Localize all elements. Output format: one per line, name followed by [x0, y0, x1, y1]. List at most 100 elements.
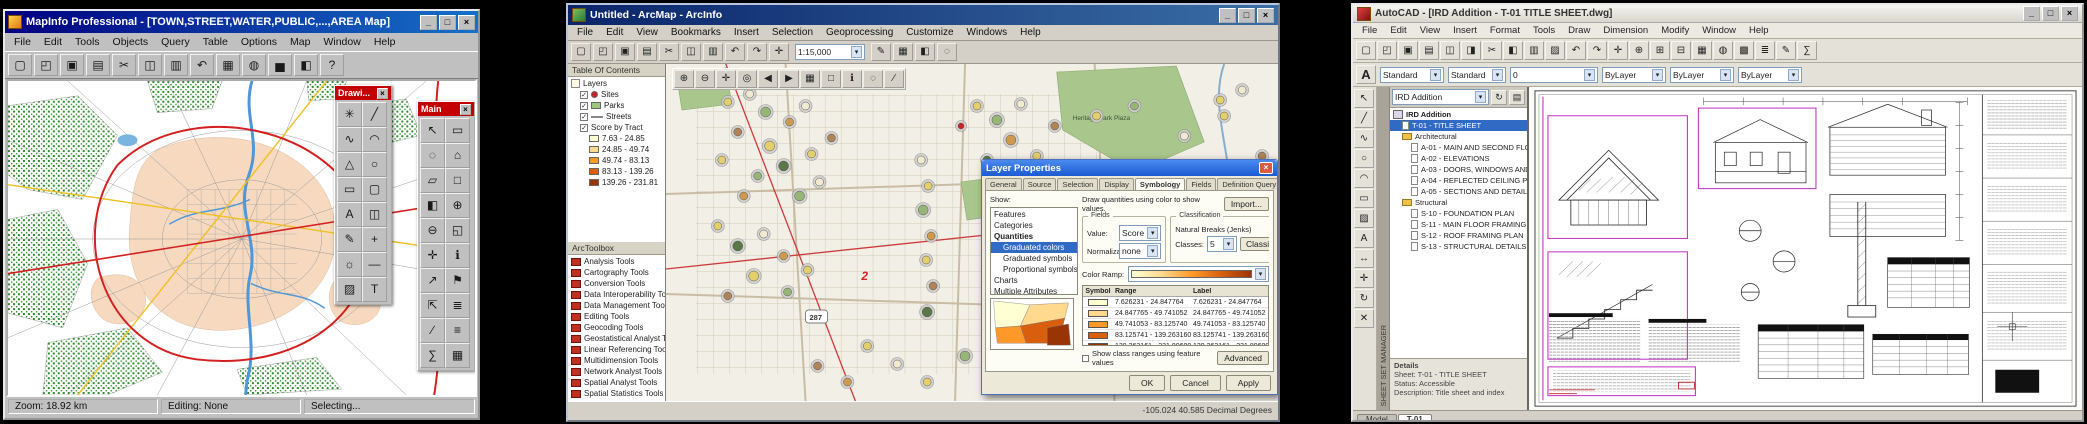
zoom-in-button[interactable]: ⊕	[445, 193, 470, 218]
zoom-window-button[interactable]: ⊞	[1650, 41, 1670, 60]
value-field-combo[interactable]: Score▾	[1119, 225, 1161, 241]
qnew-button[interactable]: ▢	[1356, 41, 1376, 60]
menu-selection[interactable]: Selection	[766, 26, 819, 39]
menu-tools[interactable]: Tools	[69, 35, 106, 49]
close-icon[interactable]: ×	[460, 104, 471, 115]
close-button[interactable]: ×	[458, 15, 475, 30]
radius-select-button[interactable]: ◌	[420, 143, 445, 168]
editor-button[interactable]: ✎	[871, 43, 891, 61]
dropdown-arrow-icon[interactable]: ▾	[1584, 69, 1595, 81]
new-layout-button[interactable]: ◧	[294, 54, 318, 76]
autocad-titlebar[interactable]: AutoCAD - [IRD Addition - T-01 TITLE SHE…	[1353, 5, 2082, 23]
map-scale-combo[interactable]: 1:15,000 ▾	[795, 44, 865, 60]
lineweight-combo[interactable]: ByLayer▾	[1738, 67, 1802, 83]
refresh-button[interactable]: ↻	[1491, 90, 1507, 105]
change-view-button[interactable]: ◱	[445, 218, 470, 243]
menu-geoprocessing[interactable]: Geoprocessing	[820, 26, 899, 39]
autocad-drawing-canvas[interactable]	[1529, 87, 2082, 410]
class-color-swatch[interactable]	[1088, 321, 1108, 328]
mapinfo-map-canvas[interactable]	[8, 81, 475, 395]
tab-source[interactable]: Source	[1023, 178, 1057, 190]
zoom-out-button[interactable]: ⊖	[695, 70, 715, 88]
ok-button[interactable]: OK	[1129, 375, 1165, 391]
tree-item-sites[interactable]: ✓Sites	[568, 89, 665, 100]
back-extent-button[interactable]: ◀	[758, 70, 778, 88]
clear-selection-button[interactable]: □	[821, 70, 841, 88]
close-button[interactable]: ×	[1257, 8, 1274, 23]
maximize-button[interactable]: □	[1238, 8, 1255, 23]
marquee-select-button[interactable]: ▭	[445, 118, 470, 143]
tree-item-layers[interactable]: Layers	[568, 78, 665, 89]
tree-item-charts[interactable]: Charts	[991, 275, 1077, 286]
ellipse-button[interactable]: ○	[362, 152, 387, 177]
save-button[interactable]: ▣	[1398, 41, 1418, 60]
editing-status[interactable]: Editing: None	[161, 399, 301, 414]
cut-button[interactable]: ✂	[1482, 41, 1502, 60]
dropdown-arrow-icon[interactable]: ▾	[1492, 69, 1503, 81]
polyline-button[interactable]: ∿	[1354, 129, 1374, 148]
print-button[interactable]: ▤	[86, 54, 110, 76]
tab-t-01[interactable]: T-01	[1398, 414, 1432, 422]
menu-bookmarks[interactable]: Bookmarks	[665, 26, 727, 39]
zoom-realtime-button[interactable]: ⊕	[1629, 41, 1649, 60]
identify-button[interactable]: ℹ	[842, 70, 862, 88]
line-button[interactable]: ╱	[362, 102, 387, 127]
copy-button[interactable]: ◧	[1503, 41, 1523, 60]
menu-insert[interactable]: Insert	[728, 26, 765, 39]
menu-file[interactable]: File	[571, 26, 599, 39]
normalization-combo[interactable]: none▾	[1119, 243, 1161, 259]
paste-button[interactable]: ▥	[164, 54, 188, 76]
close-button[interactable]: ×	[2061, 6, 2078, 21]
details-toggle-button[interactable]: ▤	[1509, 90, 1525, 105]
select-features-button[interactable]: ▦	[800, 70, 820, 88]
tree-item-spatial-analyst-tools[interactable]: Spatial Analyst Tools	[568, 377, 665, 388]
tree-item-t-01-title-sheet[interactable]: T-01 - TITLE SHEET	[1390, 120, 1527, 131]
dialog-close-icon[interactable]: ×	[1259, 162, 1273, 174]
text-button[interactable]: A	[337, 202, 362, 227]
symbology-class-row[interactable]: 139.263161 - 231.806000139.263161 - 231.…	[1083, 341, 1268, 346]
tree-item-a-02-elevations[interactable]: A-02 - ELEVATIONS	[1390, 153, 1527, 164]
dropdown-arrow-icon[interactable]: ▾	[851, 46, 862, 58]
rotate-button[interactable]: ↻	[1354, 289, 1374, 308]
new-browser-button[interactable]: ▦	[216, 54, 240, 76]
sheet-set-combo[interactable]: IRD Addition ▾	[1392, 89, 1489, 105]
linetype-combo[interactable]: ByLayer▾	[1670, 67, 1734, 83]
drag-map-window-button[interactable]: ⇱	[420, 293, 445, 318]
tree-item-tracking-analyst-tools[interactable]: Tracking Analyst Tools	[568, 399, 665, 401]
arcmap-titlebar[interactable]: Untitled - ArcMap - ArcInfo _ □ ×	[568, 5, 1278, 25]
pointer-button[interactable]: ↖	[1354, 89, 1374, 108]
catalog-button[interactable]: ◧	[915, 43, 935, 61]
save-table-button[interactable]: ▣	[60, 54, 84, 76]
color-combo[interactable]: ByLayer▾	[1602, 67, 1666, 83]
class-color-swatch[interactable]	[1088, 299, 1108, 306]
selecting-status[interactable]: Selecting...	[304, 399, 475, 414]
maximize-button[interactable]: □	[439, 15, 456, 30]
tree-item-49-74-83-13[interactable]: 49.74 - 83.13	[568, 155, 665, 166]
tree-item-83-13-139-26[interactable]: 83.13 - 139.26	[568, 166, 665, 177]
menu-tools[interactable]: Tools	[1527, 24, 1561, 37]
dropdown-arrow-icon[interactable]: ▾	[1652, 69, 1663, 81]
menu-dimension[interactable]: Dimension	[1597, 24, 1654, 37]
menu-query[interactable]: Query	[155, 35, 196, 49]
tab-symbology[interactable]: Symbology	[1135, 178, 1185, 190]
tree-item-architectural[interactable]: Architectural	[1390, 131, 1527, 142]
menu-help[interactable]: Help	[1743, 24, 1775, 37]
layer-combo[interactable]: 0▾	[1510, 67, 1598, 83]
dropdown-arrow-icon[interactable]: ▾	[1430, 69, 1441, 81]
symbol-button[interactable]: ✳	[337, 102, 362, 127]
minimize-button[interactable]: _	[2023, 6, 2040, 21]
new-grapher-button[interactable]: ▅	[268, 54, 292, 76]
zoom-previous-button[interactable]: ⊟	[1671, 41, 1691, 60]
search-button[interactable]: ◌	[937, 43, 957, 61]
symbology-class-row[interactable]: 7.626231 - 24.8477647.626231 - 24.847764	[1083, 297, 1268, 308]
layer-control-button[interactable]: ≣	[445, 293, 470, 318]
menu-modify[interactable]: Modify	[1655, 24, 1695, 37]
paste-button[interactable]: ▥	[703, 43, 723, 61]
menu-draw[interactable]: Draw	[1562, 24, 1596, 37]
symbology-class-row[interactable]: 83.125741 - 139.26316083.125741 - 139.26…	[1083, 330, 1268, 341]
menu-map[interactable]: Map	[284, 35, 316, 49]
tree-item-a-01-main-and-second-floor-plans[interactable]: A-01 - MAIN AND SECOND FLOOR PLANS	[1390, 142, 1527, 153]
dropdown-arrow-icon[interactable]: ▾	[1720, 69, 1731, 81]
add-node-button[interactable]: +	[362, 227, 387, 252]
new-map-button[interactable]: ▢	[571, 43, 591, 61]
